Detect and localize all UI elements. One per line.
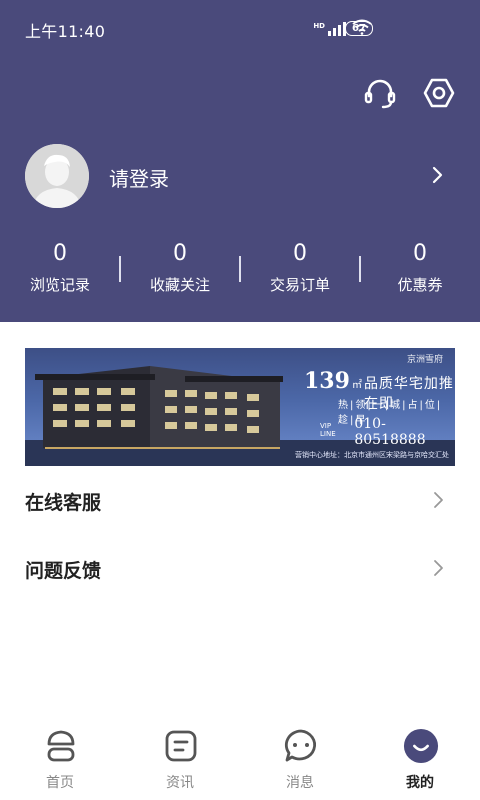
- tab-label: 我的: [406, 775, 434, 791]
- chevron-right-icon: [428, 164, 448, 186]
- menu-label: 在线客服: [25, 492, 102, 514]
- banner-phone: 010-80518888: [354, 416, 426, 448]
- banner-phone-row: VIP LINE 010-80518888: [320, 416, 455, 448]
- stat-label: 优惠券: [397, 276, 443, 294]
- signal-icon: HD: [313, 22, 346, 36]
- tab-news[interactable]: 资讯: [120, 716, 240, 800]
- chevron-right-icon: [432, 557, 446, 579]
- banner-vip-label: VIP LINE: [320, 422, 336, 438]
- tab-home[interactable]: 首页: [0, 716, 120, 800]
- chevron-right-icon: [432, 489, 446, 511]
- status-time: 上午11:40: [25, 22, 106, 41]
- stat-value: 0: [173, 241, 187, 266]
- promo-banner[interactable]: 京洲雪府 139 ㎡ 品质华宅加推在即 热|领|一|城|占|位|趁|早 VIP …: [25, 348, 455, 466]
- profile-smile-icon: [403, 726, 439, 766]
- stat-divider: [239, 256, 241, 282]
- network-type-label: HD: [313, 22, 325, 30]
- settings-hexagon-icon: [422, 76, 456, 114]
- stat-label: 浏览记录: [29, 276, 90, 294]
- stat-orders[interactable]: 0 交易订单: [240, 240, 360, 295]
- customer-service-button[interactable]: [362, 77, 398, 113]
- banner-address: 营销中心地址：北京市通州区宋梁路与京哈交汇处: [295, 451, 449, 459]
- stat-coupons[interactable]: 0 优惠券: [360, 240, 480, 295]
- avatar[interactable]: [25, 144, 89, 208]
- menu-online-service[interactable]: 在线客服: [0, 472, 480, 532]
- home-icon: [43, 726, 79, 766]
- login-prompt[interactable]: 请登录: [109, 163, 169, 192]
- stat-value: 0: [293, 241, 307, 266]
- banner-area-unit: ㎡: [351, 380, 362, 391]
- banner-area-number: 139: [304, 368, 350, 394]
- banner-text-panel: 京洲雪府 139 ㎡ 品质华宅加推在即 热|领|一|城|占|位|趁|早 VIP …: [290, 348, 455, 466]
- tab-label: 消息: [286, 775, 314, 791]
- tab-mine[interactable]: 我的: [360, 716, 480, 800]
- tab-label: 首页: [46, 775, 74, 791]
- status-bar: 上午11:40 HD 67: [0, 0, 480, 56]
- bottom-tab-bar: 首页 资讯 消息 我的: [0, 716, 480, 800]
- default-avatar-icon: [25, 144, 89, 208]
- news-icon: [163, 726, 199, 766]
- chat-bubble-icon: [283, 726, 319, 766]
- stat-favorites[interactable]: 0 收藏关注: [120, 240, 240, 295]
- tab-messages[interactable]: 消息: [240, 716, 360, 800]
- stat-value: 0: [53, 241, 67, 266]
- menu-label: 问题反馈: [25, 560, 102, 582]
- menu-feedback[interactable]: 问题反馈: [0, 540, 480, 600]
- battery-indicator: 67: [345, 21, 373, 36]
- stat-value: 0: [413, 241, 427, 266]
- stat-divider: [119, 256, 121, 282]
- stat-label: 收藏关注: [149, 276, 210, 294]
- tab-label: 资讯: [166, 775, 194, 791]
- banner-logo: 京洲雪府: [406, 355, 443, 365]
- stat-browse-history[interactable]: 0 浏览记录: [0, 240, 120, 295]
- battery-level: 67: [352, 23, 366, 34]
- settings-button[interactable]: [421, 77, 457, 113]
- stat-divider: [359, 256, 361, 282]
- headset-icon: [363, 76, 397, 114]
- stat-label: 交易订单: [269, 276, 330, 294]
